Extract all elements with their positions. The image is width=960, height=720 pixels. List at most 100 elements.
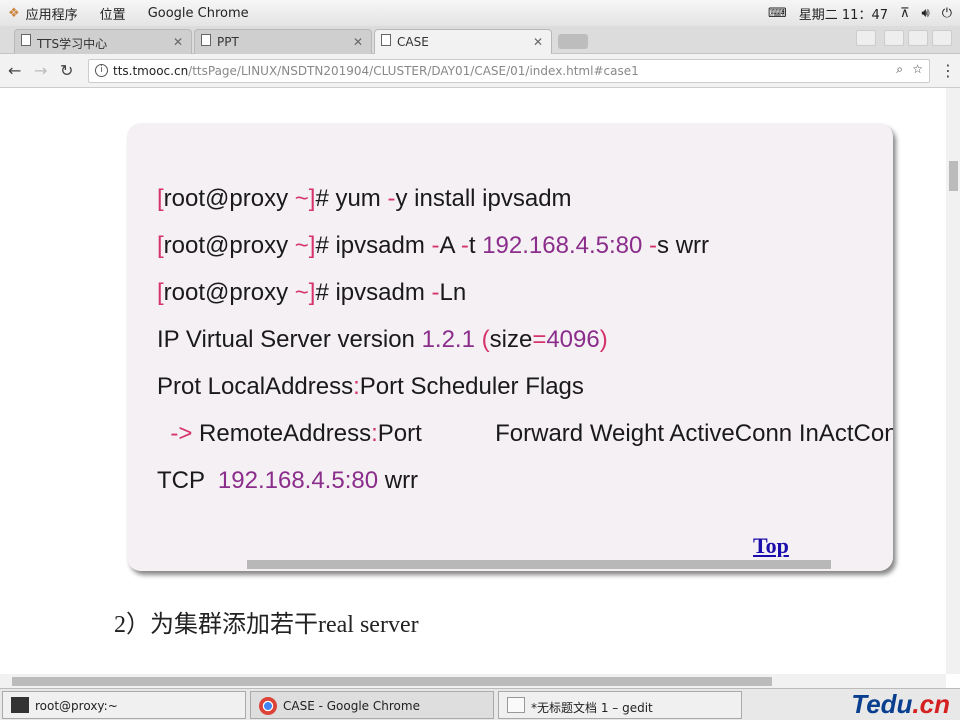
code-block: [root@proxy ~]# yum -y install ipvsadm [r… [127, 123, 893, 571]
task-chrome[interactable]: CASE - Google Chrome [250, 691, 494, 719]
zoom-icon[interactable]: ⌕ [896, 62, 903, 77]
back-icon[interactable]: ← [8, 61, 21, 80]
clock[interactable]: 星期二 11：47 [799, 4, 888, 23]
places-menu[interactable]: 位置 [100, 4, 126, 23]
code-line: [root@proxy ~]# yum -y install ipvsadm [157, 185, 572, 213]
code-token: Ln [439, 279, 467, 306]
close-tab-icon[interactable]: ✕ [353, 35, 363, 49]
page-icon [201, 34, 211, 46]
code-token: t [468, 232, 483, 259]
bookmark-star-icon[interactable]: ☆ [912, 62, 923, 76]
code-token: 192.168.4.5:80 [217, 467, 379, 494]
code-token: - [431, 279, 440, 306]
profile-button[interactable] [856, 30, 876, 46]
url-input[interactable]: i tts.tmooc.cn/ttsPage/LINUX/NSDTN201904… [88, 59, 930, 83]
code-line: [root@proxy ~]# ipvsadm -Ln [157, 279, 466, 307]
code-line: TCP 192.168.4.5:80 wrr [157, 467, 418, 495]
scrollbar-thumb[interactable] [247, 560, 831, 569]
forward-icon[interactable]: → [34, 61, 47, 80]
code-token: y install ipvsadm [395, 185, 572, 212]
code-token: s wrr [657, 232, 710, 259]
code-token: # ipvsadm [315, 232, 432, 259]
code-token: root@proxy [163, 185, 295, 212]
tab-label: TTS学习中心 [37, 37, 108, 51]
scrollbar-thumb[interactable] [949, 161, 958, 191]
code-token: ~ [294, 232, 309, 259]
code-token: [ [157, 279, 164, 306]
code-line: Prot LocalAddress:Port Scheduler Flags [157, 373, 584, 401]
code-token: [ [157, 232, 164, 259]
new-tab-button[interactable] [558, 34, 588, 49]
minimize-button[interactable] [884, 30, 904, 46]
apps-menu[interactable]: 应用程序 [26, 4, 78, 23]
code-token: Prot LocalAddress [157, 373, 354, 400]
code-token: 4096 [546, 326, 600, 353]
code-token: wrr [378, 467, 419, 494]
taskbar: root@proxy:~ CASE - Google Chrome *无标题文档… [0, 688, 960, 720]
top-link[interactable]: Top [753, 533, 789, 559]
code-token: TCP [157, 467, 218, 494]
page-vertical-scrollbar[interactable] [946, 88, 960, 674]
code-token: Port Forward Weight ActiveConn InActConn [377, 420, 893, 447]
page-icon [381, 34, 391, 46]
code-token: RemoteAddress [192, 420, 372, 447]
code-line: IP Virtual Server version 1.2.1 (size=40… [157, 326, 608, 354]
network-icon[interactable]: ⊼ [900, 6, 910, 21]
tab-label: CASE [397, 35, 429, 49]
page-horizontal-scrollbar[interactable] [0, 674, 946, 688]
code-token: size [489, 326, 533, 353]
power-icon[interactable]: ⏻ [942, 6, 952, 21]
task-terminal[interactable]: root@proxy:~ [2, 691, 246, 719]
close-window-button[interactable] [932, 30, 952, 46]
close-tab-icon[interactable]: ✕ [173, 35, 183, 49]
code-token: A [439, 232, 461, 259]
code-token: = [532, 326, 547, 353]
tab-tts[interactable]: TTS学习中心 ✕ [14, 29, 192, 54]
task-label: CASE - Google Chrome [283, 699, 420, 713]
maximize-button[interactable] [908, 30, 928, 46]
scrollbar-thumb[interactable] [12, 677, 772, 686]
volume-icon[interactable]: 🔊︎ [922, 6, 930, 21]
info-icon[interactable]: i [95, 64, 108, 77]
code-token: Port Scheduler Flags [359, 373, 584, 400]
apps-menu-icon[interactable]: ❖ [8, 6, 20, 21]
code-token: 1.2.1 [421, 326, 475, 353]
menu-icon[interactable]: ⋮ [940, 61, 956, 80]
terminal-icon [11, 697, 29, 713]
tedu-logo: Tedu.cn [851, 689, 950, 719]
system-top-bar: ❖ 应用程序 位置 Google Chrome ⌨ 星期二 11：47 ⊼ 🔊︎… [0, 0, 960, 26]
code-token: # ipvsadm [315, 279, 432, 306]
task-gedit[interactable]: *无标题文档 1 – gedit [498, 691, 742, 719]
page-content: [root@proxy ~]# yum -y install ipvsadm [r… [0, 88, 946, 674]
active-app-menu[interactable]: Google Chrome [148, 6, 249, 21]
chrome-icon [259, 697, 277, 715]
tab-case[interactable]: CASE ✕ [374, 29, 552, 55]
url-host: tts.tmooc.cn [113, 64, 189, 78]
code-horizontal-scrollbar[interactable] [127, 557, 893, 571]
gedit-icon [507, 697, 525, 713]
code-token: - [460, 232, 469, 259]
tab-label: PPT [217, 35, 239, 49]
code-token: ~ [294, 185, 309, 212]
code-token: : [353, 373, 360, 400]
url-path: /ttsPage/LINUX/NSDTN201904/CLUSTER/DAY01… [188, 64, 639, 78]
close-tab-icon[interactable]: ✕ [533, 35, 543, 49]
code-token: -> [157, 420, 193, 447]
code-token: - [642, 232, 658, 259]
step-heading: 2）为集群添加若干real server [114, 612, 419, 638]
task-label: *无标题文档 1 – gedit [531, 701, 653, 715]
page-icon [21, 34, 31, 46]
code-token: # yum [315, 185, 388, 212]
code-token: [ [157, 185, 164, 212]
code-token: 192.168.4.5:80 [482, 232, 643, 259]
code-token: root@proxy [163, 279, 295, 306]
tab-strip: TTS学习中心 ✕ PPT ✕ CASE ✕ [0, 26, 960, 55]
code-token: ( [474, 326, 490, 353]
code-token: - [431, 232, 440, 259]
code-token: ) [599, 326, 608, 353]
tab-ppt[interactable]: PPT ✕ [194, 29, 372, 54]
reload-icon[interactable]: ↻ [60, 61, 73, 80]
keyboard-icon[interactable]: ⌨ [768, 6, 787, 21]
code-token: : [371, 420, 378, 447]
task-label: root@proxy:~ [35, 699, 118, 713]
